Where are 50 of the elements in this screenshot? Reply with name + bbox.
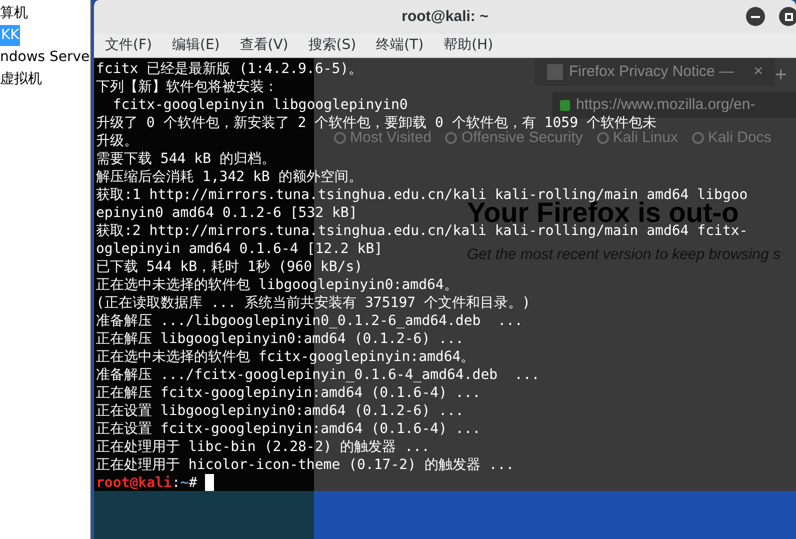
menu-item[interactable]: 终端(T) — [367, 35, 433, 56]
terminal-line: fcitx 已经是最新版 (1:4.2.9.6-5)。 — [96, 60, 363, 78]
prompt-symbol: # — [188, 474, 198, 492]
tree-item[interactable]: 虚拟机 — [0, 68, 42, 90]
terminal-line: 获取:2 http://mirrors.tuna.tsinghua.edu.cn/kali kali-rolling/main amd64 fcitx- — [96, 222, 748, 240]
lock-icon — [560, 100, 570, 110]
close-tab-icon[interactable]: × — [754, 60, 763, 84]
minimize-button[interactable] — [746, 7, 765, 26]
menu-item[interactable]: 编辑(E) — [162, 35, 229, 56]
terminal-line: 正在处理用于 hicolor-icon-theme (0.17-2) 的触发器 ... — [96, 456, 514, 474]
terminal-line: fcitx-googlepinyin libgooglepinyin0 — [112, 96, 408, 114]
window-title: root@kali: ~ — [402, 6, 488, 27]
terminal-line: 获取:1 http://mirrors.tuna.tsinghua.edu.cn/kali kali-rolling/main amd64 libgoo — [96, 186, 748, 203]
terminal-line: 下列【新】软件包将被安装： — [96, 78, 278, 96]
menu-item[interactable]: 文件(F) — [96, 35, 161, 56]
prompt-separator: : — [172, 474, 180, 492]
tree-item[interactable]: ndows Serve — [0, 46, 90, 68]
text-cursor — [205, 474, 214, 491]
terminal-line: epinyin0 amd64 0.1.2-6 [532 kB] — [96, 204, 358, 222]
terminal-line: 正在解压 libgooglepinyin0:amd64 (0.1.2-6) ... — [96, 330, 464, 348]
gear-icon — [334, 132, 346, 144]
menu-item[interactable]: 查看(V) — [230, 35, 298, 56]
menu-item[interactable]: 搜索(S) — [299, 35, 366, 56]
terminal-line: 正在设置 fcitx-googlepinyin:amd64 (0.1.6-4) ... — [96, 420, 481, 438]
menu-item[interactable]: 帮助(H) — [434, 35, 502, 56]
browser-tab[interactable]: Firefox Privacy Notice — × — [535, 58, 775, 86]
terminal-line: 正在处理用于 libc-bin (2.28-2) 的触发器 ... — [96, 438, 430, 456]
tree-item[interactable]: 算机 — [0, 2, 28, 24]
terminal-line: 已下载 544 kB，耗时 1秒 (960 kB/s) — [96, 258, 363, 276]
prompt-path: ~ — [180, 474, 189, 492]
terminal-line: 准备解压 .../libgooglepinyin0_0.1.2-6_amd64.deb ... — [96, 312, 523, 330]
url-text: https://www.mozilla.org/en- — [576, 94, 756, 115]
tab-title: Firefox Privacy Notice — — [569, 62, 734, 82]
globe-icon — [692, 132, 704, 144]
prompt-user: root@kali — [96, 474, 172, 492]
globe-icon — [445, 132, 458, 144]
terminal-line: 准备解压 .../fcitx-googlepinyin_0.1.6-4_amd64.deb ... — [96, 366, 540, 384]
terminal-line: oglepinyin amd64 0.1.6-4 [12.2 kB] — [96, 240, 383, 258]
globe-icon — [596, 132, 609, 144]
terminal-line: 解压缩后会消耗 1,342 kB 的额外空间。 — [96, 168, 362, 186]
terminal-line: 正在选中未选择的软件包 fcitx-googlepinyin:amd64。 — [96, 348, 475, 366]
terminal-line: 正在选中未选择的软件包 libgooglepinyin0:amd64。 — [96, 276, 458, 294]
terminal-line: (正在读取数据库 ... 系统当前共安装有 375197 个文件和目录。) — [96, 294, 530, 312]
site-icon — [547, 64, 563, 80]
terminal-line: 正在设置 libgooglepinyin0:amd64 (0.1.2-6) ... — [96, 402, 464, 420]
terminal-line: 升级。 — [96, 132, 138, 150]
page-heading: Your Firefox is out-o — [467, 202, 739, 224]
maximize-button[interactable] — [779, 7, 796, 26]
terminal-line: 需要下载 544 kB 的归档。 — [96, 150, 276, 168]
terminal-line: 正在解压 fcitx-googlepinyin:amd64 (0.1.6-4) ... — [96, 384, 481, 402]
